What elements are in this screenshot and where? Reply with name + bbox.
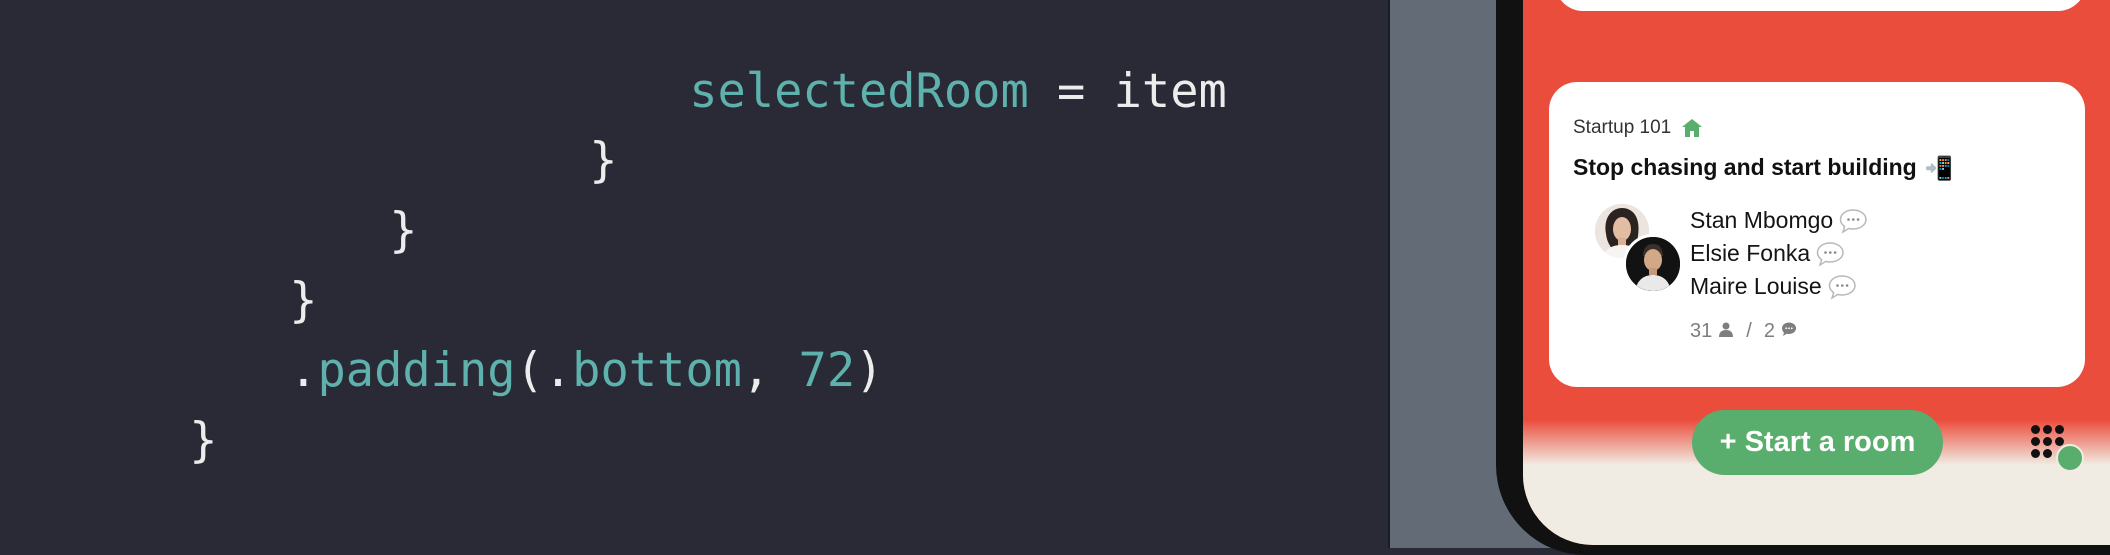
code-token-plain: . xyxy=(289,343,318,398)
code-brace: } xyxy=(589,133,618,188)
speaker-name: Stan Mbomgo xyxy=(1690,207,1834,233)
online-status-dot xyxy=(2056,444,2084,472)
person-icon xyxy=(1718,320,1734,343)
speaker-name: Elsie Fonka xyxy=(1690,240,1811,266)
code-brace: } xyxy=(389,203,418,258)
listener-count: 31 xyxy=(1690,320,1713,342)
code-token-plain: ( xyxy=(515,343,544,398)
house-icon xyxy=(1681,117,1703,139)
grid-dot xyxy=(2031,437,2040,446)
phone-arrow-emoji: 📲 xyxy=(1924,155,1954,182)
room-title: Stop chasing and start building 📲 xyxy=(1573,154,1953,182)
code-token-number: 72 xyxy=(798,343,856,398)
speech-bubble-icon xyxy=(1828,274,1857,300)
code-token-plain: . xyxy=(543,343,573,398)
club-row: Startup 101 xyxy=(1573,117,1703,139)
room-title-text: Stop chasing and start building xyxy=(1573,154,1917,180)
room-card[interactable]: Startup 101 Stop chasing and start build… xyxy=(1549,82,2085,387)
speaker-list: Stan Mbomgo Elsie Fonka Maire Louise xyxy=(1690,204,1868,303)
grid-dot xyxy=(2031,449,2040,458)
code-token-property: selectedRoom xyxy=(689,64,1029,119)
code-brace: } xyxy=(189,413,218,468)
code-line: .padding(.bottom, 72) xyxy=(176,281,883,461)
chat-bubble-icon xyxy=(1781,320,1797,343)
grid-dot xyxy=(2031,425,2040,434)
code-token-plain: ) xyxy=(855,343,884,398)
code-line: } xyxy=(76,351,217,531)
speaker-avatars xyxy=(1593,202,1685,294)
avatar xyxy=(1623,234,1683,294)
room-stats: 31 / 2 xyxy=(1690,320,1797,343)
speaker-name: Maire Louise xyxy=(1690,273,1822,299)
grid-dot xyxy=(2043,449,2052,458)
stats-separator: / xyxy=(1746,320,1752,342)
grid-dot xyxy=(2043,437,2052,446)
code-line: } xyxy=(476,71,617,251)
grid-dots-button[interactable] xyxy=(2031,425,2087,472)
speech-bubble-icon xyxy=(1816,241,1845,267)
code-editor[interactable]: selectedRoom = item } } } .padding(.bott… xyxy=(0,0,1388,548)
grid-dot xyxy=(2055,425,2064,434)
club-name: Startup 101 xyxy=(1573,117,1672,138)
speaker-count: 2 xyxy=(1763,320,1775,342)
speaker-item: Elsie Fonka xyxy=(1690,237,1868,270)
speaker-item: Stan Mbomgo xyxy=(1690,204,1868,237)
speaker-item: Maire Louise xyxy=(1690,270,1868,303)
code-token-plain: = item xyxy=(1028,64,1227,119)
code-line: selectedRoom = item xyxy=(576,2,1227,182)
start-room-button[interactable]: + Start a room xyxy=(1692,410,1943,475)
phone-screen: Startup 101 Stop chasing and start build… xyxy=(1523,0,2110,545)
code-token-plain: , xyxy=(741,343,799,398)
speech-bubble-icon xyxy=(1839,208,1868,234)
previous-room-card[interactable] xyxy=(1555,0,2086,11)
code-token-function: padding xyxy=(317,343,516,398)
grid-dot xyxy=(2043,425,2052,434)
code-token-property: bottom xyxy=(572,343,742,398)
